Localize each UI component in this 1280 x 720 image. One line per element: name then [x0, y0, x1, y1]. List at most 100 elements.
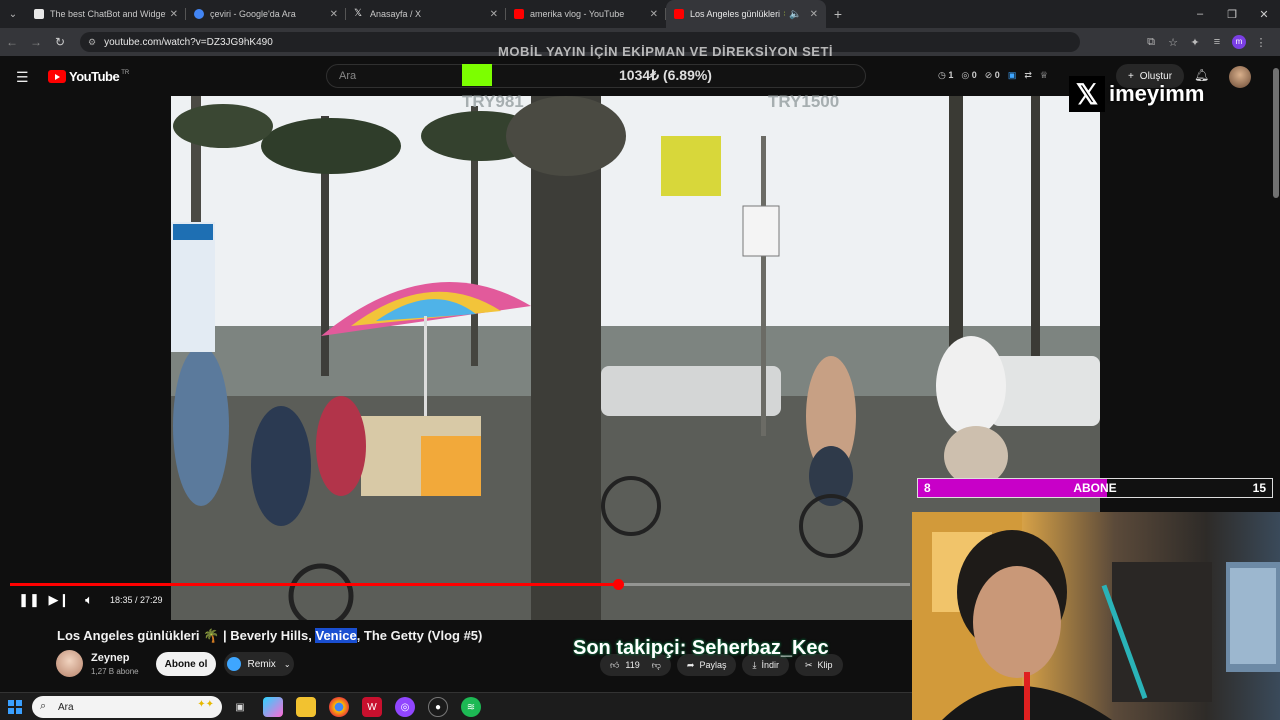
- subscriber-goal-target: 15: [1252, 481, 1266, 495]
- overlay-price-right: TRY1500: [768, 92, 840, 111]
- browser-menu-icon[interactable]: ⋮: [1250, 36, 1272, 49]
- google-favicon-icon: [194, 9, 204, 19]
- overlay-price-left: TRY981: [462, 92, 524, 111]
- video-title-part: , The Getty (Vlog #5): [356, 628, 483, 643]
- browser-tab[interactable]: amerika vlog - YouTube ✕: [506, 0, 666, 28]
- twitch-studio-icon[interactable]: ◎: [395, 697, 415, 717]
- filter-icon[interactable]: ⇄: [1024, 70, 1032, 81]
- subscriber-count: 1,27 B abone: [91, 667, 139, 676]
- volume-icon[interactable]: 🔈︎: [74, 592, 104, 608]
- video-title: Los Angeles günlükleri 🌴 | Beverly Hills…: [57, 628, 482, 644]
- browser-tab-strip: ⌄ The best ChatBot and Widgets ✕ çeviri …: [0, 0, 1280, 28]
- x-handle-overlay: 𝕏 imeyimm: [1069, 74, 1204, 114]
- spotify-icon[interactable]: ≋: [461, 697, 481, 717]
- taskbar-search-label: Ara: [58, 701, 74, 713]
- url-text: youtube.com/watch?v=DZ3JG9hK490: [104, 36, 273, 48]
- subscriber-goal-label: ABONE: [1073, 481, 1117, 495]
- copilot-icon[interactable]: [263, 697, 283, 717]
- search-icon: ⌕: [40, 700, 47, 712]
- chevron-down-icon: ⌄: [283, 659, 291, 669]
- channel-name[interactable]: Zeynep: [91, 652, 130, 664]
- tab-title: Anasayfa / X: [370, 9, 422, 19]
- remix-icon: [227, 657, 242, 671]
- tab-close-icon[interactable]: ✕: [650, 9, 658, 20]
- tab-title: Los Angeles günlükleri 🌴 |: [690, 8, 785, 19]
- browser-tab[interactable]: The best ChatBot and Widgets ✕: [26, 0, 186, 28]
- tab-close-icon[interactable]: ✕: [170, 9, 178, 20]
- time-display: 18:35 / 27:29: [110, 595, 163, 605]
- tab-close-icon[interactable]: ✕: [330, 9, 338, 20]
- reload-icon[interactable]: ↻: [48, 35, 72, 49]
- restore-icon[interactable]: ❐: [1216, 0, 1248, 28]
- youtube-logo[interactable]: YouTube TR: [48, 69, 129, 84]
- like-icon: 👍︎: [610, 659, 620, 670]
- stream-overlay-title: MOBİL YAYIN İÇİN EKİPMAN VE DİREKSİYON S…: [498, 44, 834, 59]
- taskbar-apps: ▣ W ◎ ● ≋: [230, 697, 494, 717]
- taskbar-search-input[interactable]: ⌕ Ara ✦✦: [32, 696, 222, 718]
- tab-close-icon[interactable]: ✕: [490, 9, 498, 20]
- close-window-icon[interactable]: ✕: [1248, 0, 1280, 28]
- reading-list-icon[interactable]: ≡: [1206, 36, 1228, 48]
- subscribe-button[interactable]: Abone ol: [156, 652, 216, 676]
- hamburger-menu-icon[interactable]: ☰: [16, 69, 29, 86]
- minimize-icon[interactable]: –: [1184, 0, 1216, 28]
- subscriber-goal-bar: 8 ABONE 15: [917, 478, 1273, 498]
- file-explorer-icon[interactable]: [296, 697, 316, 717]
- extension-badge-icon[interactable]: ▣: [1008, 70, 1017, 81]
- bookmark-star-icon[interactable]: ☆: [1162, 36, 1184, 49]
- trophy-icon[interactable]: ♕: [1040, 70, 1048, 81]
- search-placeholder: Ara: [339, 70, 357, 82]
- region-code: TR: [121, 69, 130, 76]
- account-avatar[interactable]: [1229, 66, 1251, 88]
- chatbot-favicon-icon: [34, 9, 44, 19]
- next-video-icon[interactable]: ▶❙: [44, 592, 74, 608]
- youtube-logo-text: YouTube: [69, 69, 120, 84]
- page-scrollbar[interactable]: [1272, 56, 1280, 476]
- scrollbar-thumb[interactable]: [1273, 68, 1279, 198]
- remix-button[interactable]: Remix ⌄: [224, 652, 294, 676]
- download-label: İndir: [761, 660, 779, 670]
- profile-icon[interactable]: m: [1232, 35, 1246, 49]
- tab-search-button[interactable]: ⌄: [0, 0, 26, 28]
- task-view-icon[interactable]: ▣: [230, 697, 250, 717]
- forward-arrow-icon[interactable]: →: [24, 35, 48, 49]
- tab-close-icon[interactable]: ✕: [810, 9, 818, 20]
- browser-tab[interactable]: çeviri - Google'da Ara ✕: [186, 0, 346, 28]
- donation-counter: 1034₺ (6.89%): [619, 67, 712, 83]
- seek-bar[interactable]: [10, 579, 910, 590]
- chrome-icon[interactable]: [329, 697, 349, 717]
- browser-toolbar-icons: ⧉ ☆ ✦ ≡ m ⋮: [1140, 28, 1272, 56]
- dislike-icon[interactable]: 👎︎: [652, 660, 661, 671]
- like-count: 119: [625, 660, 640, 670]
- header-status-icons: ◷ 1 ◎ 0 ⊘ 0 ▣ ⇄ ♕: [938, 70, 1056, 81]
- browser-tab[interactable]: 𝕏 Anasayfa / X ✕: [346, 0, 506, 28]
- webcam-scene: [912, 512, 1280, 720]
- timer-icon: ◷ 1: [938, 70, 954, 80]
- donation-goal-marker: [462, 64, 492, 86]
- extensions-icon[interactable]: ✦: [1184, 36, 1206, 49]
- obs-icon[interactable]: ●: [428, 697, 448, 717]
- new-tab-button[interactable]: +: [826, 6, 850, 22]
- x-favicon-icon: 𝕏: [354, 8, 363, 19]
- video-title-part: Los Angeles günlükleri 🌴 | Beverly Hills…: [57, 628, 316, 643]
- back-arrow-icon[interactable]: ←: [0, 35, 24, 49]
- windows-start-icon[interactable]: [8, 700, 22, 714]
- eye-icon: ◎ 0: [961, 70, 977, 80]
- clip-label: Klip: [817, 660, 833, 670]
- install-app-icon[interactable]: ⧉: [1140, 36, 1162, 49]
- search-input[interactable]: Ara: [326, 64, 866, 88]
- windows-taskbar: ⌕ Ara ✦✦ ▣ W ◎ ● ≋: [0, 692, 912, 720]
- tab-title: The best ChatBot and Widgets: [50, 9, 166, 19]
- x-logo-icon: 𝕏: [1069, 76, 1105, 112]
- seek-bar-progress: [10, 583, 619, 586]
- channel-avatar[interactable]: [56, 650, 83, 677]
- scissors-icon: ✂: [804, 659, 813, 670]
- pause-icon[interactable]: ❚❚: [14, 592, 44, 608]
- winrar-icon[interactable]: W: [362, 697, 382, 717]
- browser-tab-active[interactable]: Los Angeles günlükleri 🌴 | 🔈 ✕: [666, 0, 826, 28]
- remix-label: Remix: [247, 658, 276, 670]
- site-info-icon[interactable]: ⚙: [88, 37, 96, 48]
- speaker-icon[interactable]: 🔈: [789, 9, 801, 20]
- window-controls: – ❐ ✕: [1184, 0, 1280, 28]
- youtube-favicon-icon: [514, 9, 524, 19]
